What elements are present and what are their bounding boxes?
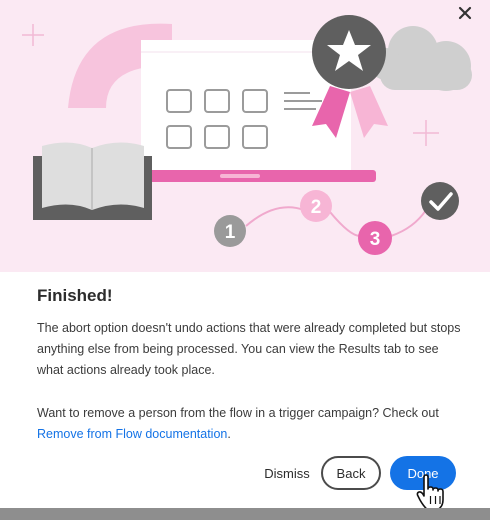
hero-illustration: 1 2 3 — [0, 0, 490, 272]
close-button[interactable] — [458, 6, 484, 32]
svg-text:3: 3 — [370, 229, 381, 250]
dialog-body-paragraph: The abort option doesn't undo actions th… — [37, 321, 461, 377]
dialog-title: Finished! — [37, 286, 113, 305]
sparkle-icon — [413, 120, 439, 146]
help-text: Want to remove a person from the flow in… — [37, 406, 439, 420]
remove-from-flow-doc-link[interactable]: Remove from Flow documentation — [37, 427, 227, 441]
dismiss-button[interactable]: Dismiss — [256, 456, 318, 490]
svg-text:1: 1 — [225, 222, 236, 243]
hand-pointer-icon — [416, 474, 444, 511]
book-icon — [33, 142, 152, 220]
sparkle-icon — [22, 24, 44, 46]
finished-dialog: 1 2 3 Finished! The abort option doesn't… — [0, 0, 490, 520]
checkmark-icon — [421, 182, 459, 220]
step-1-marker: 1 — [214, 215, 246, 247]
illustration-art: 1 2 3 — [22, 15, 472, 255]
step-2-marker: 2 — [300, 190, 332, 222]
back-button[interactable]: Back — [321, 456, 381, 490]
close-icon — [458, 6, 472, 20]
svg-text:2: 2 — [311, 197, 322, 218]
help-text-end: . — [227, 427, 231, 441]
bottom-scroll-bar — [0, 508, 490, 520]
dialog-help-paragraph: Want to remove a person from the flow in… — [37, 403, 467, 445]
step-3-marker: 3 — [358, 221, 392, 255]
